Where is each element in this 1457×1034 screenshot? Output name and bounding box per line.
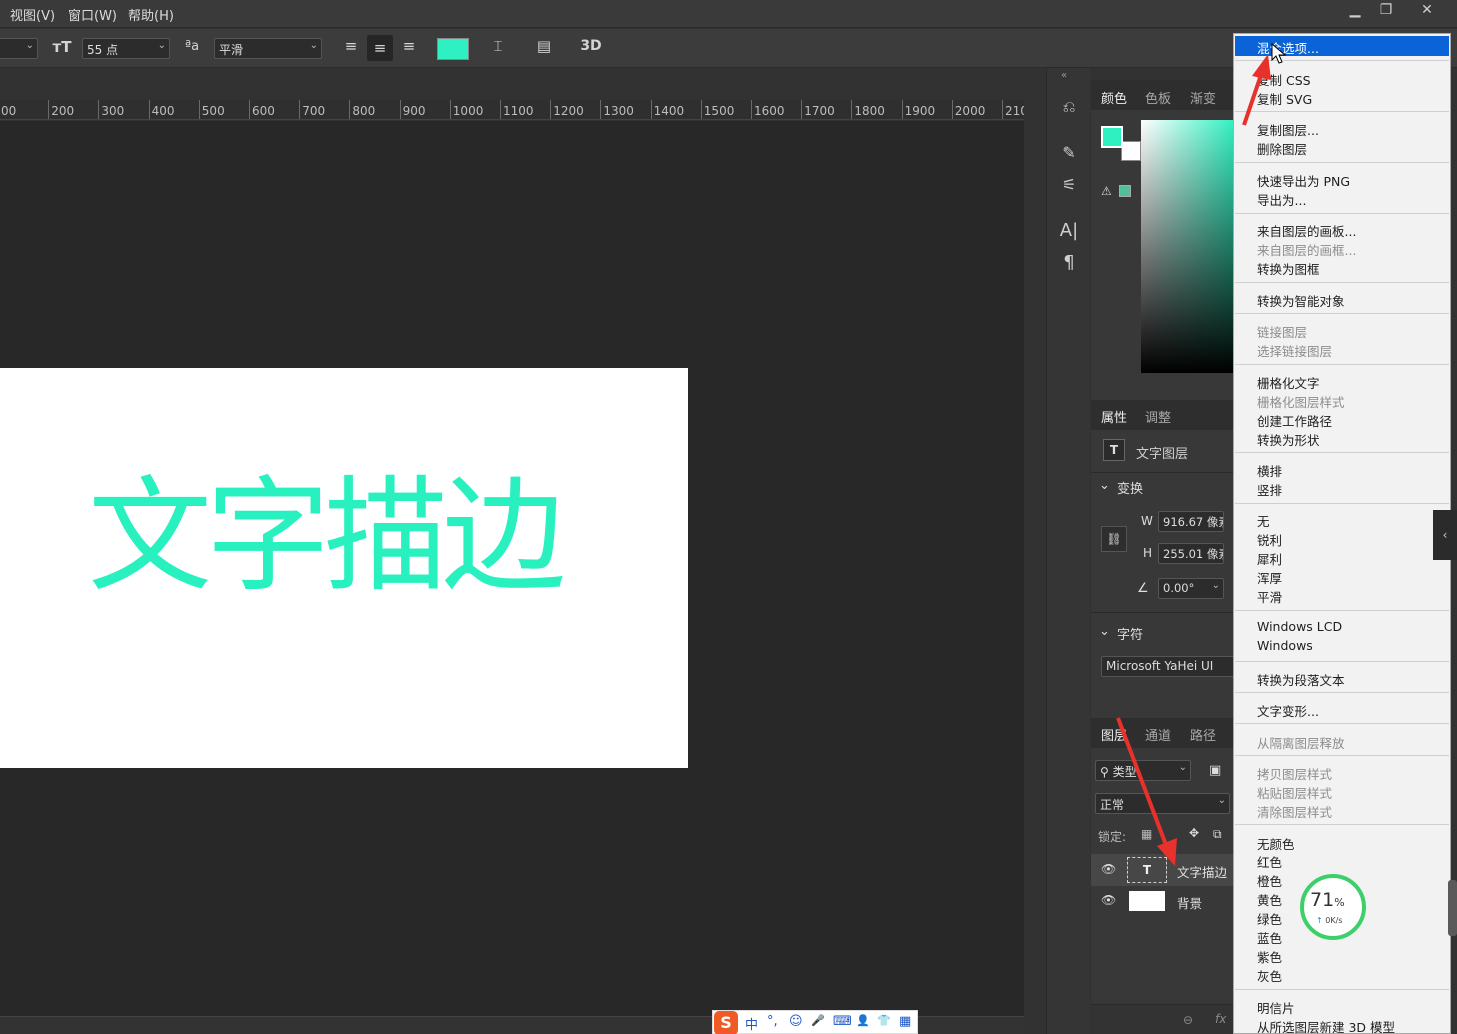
- mouse-cursor-icon: [1271, 42, 1287, 64]
- annotation-arrow-head: [1252, 54, 1271, 80]
- annotation-arrow-line: [1116, 717, 1168, 846]
- annotation-overlay: [1116, 42, 1287, 866]
- annotation-arrow-head: [1157, 838, 1177, 866]
- annotation-arrow-line: [1242, 71, 1264, 126]
